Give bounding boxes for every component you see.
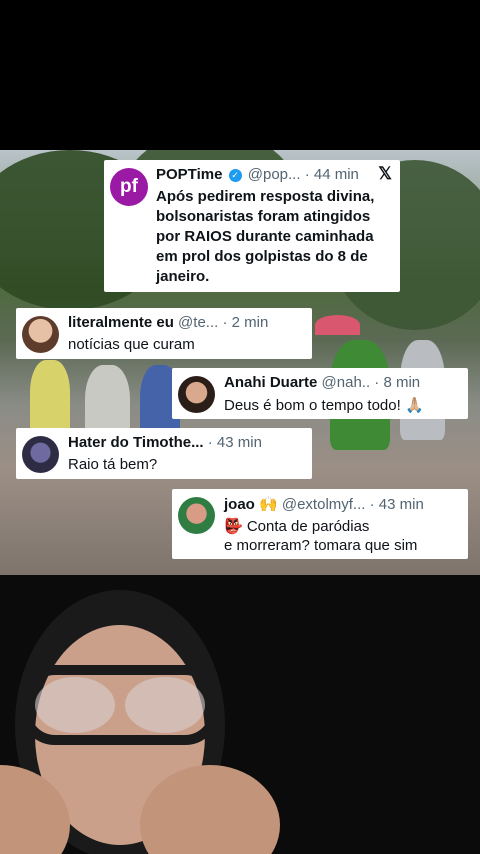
comment-handle: @te... — [178, 314, 219, 331]
avatar — [22, 316, 59, 353]
post-text: Após pedirem resposta divina, bolsonaris… — [156, 188, 375, 285]
avatar — [22, 436, 59, 473]
comment-time: · 2 min — [222, 314, 269, 331]
post-header: POPTime ✓ @pop... · 44 min — [156, 166, 359, 183]
post-time: · 44 min — [304, 166, 359, 183]
comment-card[interactable]: Hater do Timothe... · 43 min Raio tá bem… — [16, 428, 312, 479]
face-video — [0, 575, 480, 854]
comment-card[interactable]: joao 🙌 @extolmyf... · 43 min 👺 Conta de … — [172, 489, 468, 559]
comment-card[interactable]: Anahi Duarte @nah.. · 8 min Deus é bom o… — [172, 368, 468, 419]
comment-text: Deus é bom o tempo todo! 🙏🏼 — [224, 397, 424, 414]
comment-time: · 8 min — [374, 374, 421, 391]
comment-author-name: literalmente eu — [68, 314, 174, 331]
poptime-logo: pf — [110, 168, 148, 206]
post-author-name: POPTime — [156, 166, 223, 183]
x-logo-icon: 𝕏 — [378, 164, 392, 183]
comment-header: Anahi Duarte @nah.. · 8 min — [224, 374, 420, 391]
comment-author-name: joao 🙌 — [224, 496, 278, 513]
post-handle: @pop... — [247, 166, 301, 183]
comment-handle: @nah.. — [321, 374, 371, 391]
comment-author-name: Hater do Timothe... — [68, 434, 204, 451]
verified-icon: ✓ — [228, 169, 242, 182]
comment-text: notícias que curam — [68, 336, 195, 353]
comment-header: literalmente eu @te... · 2 min — [68, 314, 268, 331]
comment-header: joao 🙌 @extolmyf... · 43 min — [224, 495, 424, 513]
avatar — [178, 376, 215, 413]
comment-text: e morreram? tomara que sim — [224, 537, 418, 554]
comment-text: Raio tá bem? — [68, 456, 158, 473]
comment-time: · 43 min — [207, 434, 262, 451]
avatar — [178, 497, 215, 534]
comment-card[interactable]: literalmente eu @te... · 2 min notícias … — [16, 308, 312, 359]
comment-time: · 43 min — [369, 496, 424, 513]
top-letterbox — [0, 0, 480, 150]
post-card[interactable]: pf POPTime ✓ @pop... · 44 min 𝕏 Após ped… — [104, 160, 400, 292]
parody-account-badge: 👺 Conta de paródias — [224, 518, 370, 535]
comment-header: Hater do Timothe... · 43 min — [68, 434, 262, 451]
comment-handle: @extolmyf... — [281, 496, 366, 513]
comment-author-name: Anahi Duarte — [224, 374, 318, 391]
